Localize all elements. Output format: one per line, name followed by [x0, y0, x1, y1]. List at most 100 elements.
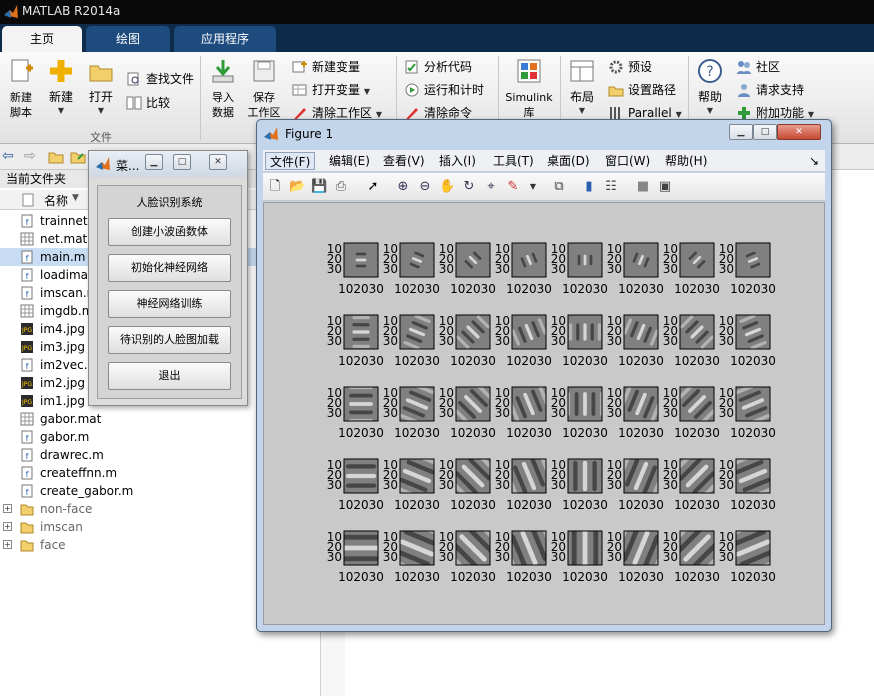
ribbon-separator: [200, 56, 201, 140]
svg-text:JPG: JPG: [21, 345, 32, 352]
pan-hand-icon[interactable]: ✋: [439, 179, 455, 195]
gabor-subplot: 102030102030: [551, 314, 608, 368]
m-file-icon: f: [21, 358, 33, 372]
figure-menu-item[interactable]: 桌面(D): [543, 152, 594, 170]
brush-icon[interactable]: ✎: [505, 179, 521, 195]
xtick-label: 102030: [730, 354, 776, 368]
back-arrow-icon[interactable]: ⇦: [2, 148, 14, 164]
ytick-label: 30: [551, 406, 566, 420]
figure-menu-item[interactable]: 编辑(E): [325, 152, 374, 170]
xtick-label: 102030: [730, 570, 776, 584]
import-data-button[interactable]: 导入 数据: [204, 58, 242, 120]
xtick-label: 102030: [450, 570, 496, 584]
svg-text:f: f: [26, 488, 29, 497]
gabor-stripe: [415, 512, 445, 524]
print-icon[interactable]: ⎙: [333, 179, 349, 195]
open-folder-icon: [89, 65, 113, 82]
file-name: imscan: [40, 520, 83, 534]
analyze-code-button[interactable]: 分析代码: [404, 58, 472, 78]
new-plus-icon: [50, 60, 72, 82]
figure-menu-item[interactable]: 插入(I): [435, 152, 480, 170]
create-wavelet-button[interactable]: 创建小波函数体: [108, 218, 231, 246]
community-button[interactable]: 社区: [736, 58, 780, 78]
ytick-label: 30: [551, 262, 566, 276]
tab-apps[interactable]: 应用程序: [174, 26, 276, 52]
tab-plots[interactable]: 绘图: [86, 26, 170, 52]
minimize-button[interactable]: ▁: [729, 124, 753, 140]
hide-plot-tools-icon[interactable]: ■: [635, 179, 651, 195]
analyze-code-icon: [405, 60, 418, 74]
load-face-image-button[interactable]: 待识别的人脸图加载: [108, 326, 231, 354]
new-button[interactable]: 新建 ▼: [44, 58, 78, 118]
save-workspace-button[interactable]: 保存 工作区: [244, 58, 284, 120]
up-folder-icon[interactable]: [48, 150, 64, 164]
ytick-label: 30: [439, 262, 454, 276]
menu-window-titlebar[interactable]: 菜... ▁ □ ✕: [89, 151, 247, 177]
preferences-button[interactable]: 预设: [608, 58, 652, 78]
open-variable-button[interactable]: 打开变量 ▼: [292, 81, 370, 101]
zoom-out-icon[interactable]: ⊖: [417, 179, 433, 195]
svg-text:f: f: [26, 362, 29, 371]
figure-menu-item[interactable]: 文件(F): [265, 152, 316, 170]
ytick-label: 30: [383, 550, 398, 564]
request-support-button[interactable]: 请求支持: [736, 81, 804, 101]
figure-menu-item[interactable]: 工具(T): [489, 152, 538, 170]
sort-arrow-icon[interactable]: ▼: [72, 193, 79, 203]
gabor-subplot: 102030102030: [383, 242, 440, 296]
expand-icon[interactable]: +: [3, 522, 12, 531]
tab-home[interactable]: 主页: [2, 26, 82, 52]
exit-button[interactable]: 退出: [108, 362, 231, 390]
svg-text:JPG: JPG: [21, 381, 32, 388]
legend-icon[interactable]: ☷: [603, 179, 619, 195]
data-cursor-icon[interactable]: ⌖: [483, 179, 499, 195]
close-button[interactable]: ✕: [209, 154, 227, 170]
zoom-in-icon[interactable]: ⊕: [395, 179, 411, 195]
new-script-button[interactable]: 新建 脚本: [4, 58, 38, 120]
figure-titlebar[interactable]: Figure 1 ▁ □ ✕: [257, 120, 831, 148]
svg-text:f: f: [26, 272, 29, 281]
save-icon[interactable]: 💾: [311, 179, 327, 195]
new-variable-button[interactable]: 新建变量: [292, 58, 360, 78]
link-plot-icon[interactable]: ⧉: [551, 179, 567, 195]
xtick-label: 102030: [730, 498, 776, 512]
file-name: net.mat: [40, 232, 88, 246]
init-network-button[interactable]: 初始化神经网络: [108, 254, 231, 282]
column-name-header[interactable]: 名称: [44, 192, 68, 209]
compare-button[interactable]: 比较: [126, 94, 170, 114]
set-path-button[interactable]: 设置路径: [608, 81, 676, 101]
expand-icon[interactable]: +: [3, 504, 12, 513]
dock-arrow-icon[interactable]: ↘: [805, 152, 823, 170]
new-figure-icon[interactable]: 🗋: [267, 179, 283, 195]
forward-arrow-icon[interactable]: ⇨: [24, 148, 36, 164]
chevron-down-icon: ▼: [675, 110, 682, 119]
simulink-library-button[interactable]: Simulink 库: [502, 58, 556, 120]
close-button[interactable]: ✕: [777, 124, 821, 140]
rotate-3d-icon[interactable]: ↻: [461, 179, 477, 195]
open-button[interactable]: 打开 ▼: [84, 58, 118, 118]
gabor-subplot: 102030102030: [439, 386, 496, 440]
figure-menu-item[interactable]: 窗口(W): [601, 152, 654, 170]
minimize-button[interactable]: ▁: [145, 154, 163, 170]
colorbar-icon[interactable]: ▮: [581, 179, 597, 195]
maximize-button[interactable]: □: [173, 154, 191, 170]
maximize-button[interactable]: □: [753, 124, 777, 140]
pointer-icon[interactable]: ➚: [365, 179, 381, 195]
show-plot-tools-icon[interactable]: ▣: [657, 179, 673, 195]
figure-menu-item[interactable]: 帮助(H): [661, 152, 711, 170]
ytick-label: 30: [719, 550, 734, 564]
ytick-label: 30: [551, 334, 566, 348]
help-button[interactable]: ? 帮助 ▼: [694, 58, 726, 118]
ytick-label: 30: [663, 406, 678, 420]
xtick-label: 102030: [674, 282, 720, 296]
xtick-label: 102030: [562, 498, 608, 512]
figure-menu-item[interactable]: 查看(V): [379, 152, 429, 170]
jpg-file-icon: JPG: [21, 341, 33, 353]
train-network-button[interactable]: 神经网络训练: [108, 290, 231, 318]
expand-icon[interactable]: +: [3, 540, 12, 549]
layout-button[interactable]: 布局 ▼: [566, 58, 598, 118]
open-file-icon[interactable]: 📂: [289, 179, 305, 195]
browse-folder-icon[interactable]: [70, 150, 86, 164]
run-and-time-button[interactable]: 运行和计时: [404, 81, 484, 101]
find-files-button[interactable]: 查找文件: [126, 70, 194, 90]
chevron-down-icon[interactable]: ▼: [525, 179, 541, 195]
